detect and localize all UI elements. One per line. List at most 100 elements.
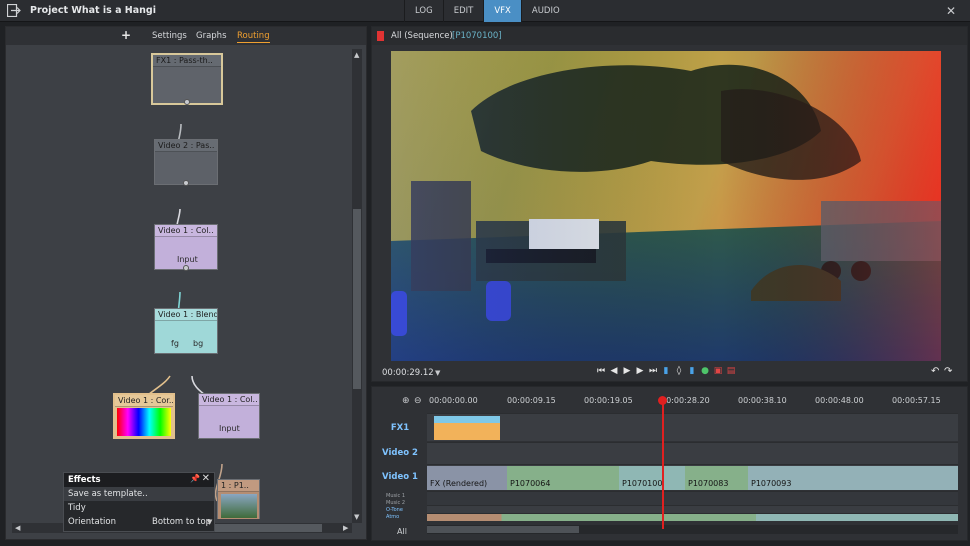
track-otone[interactable] <box>427 505 958 513</box>
track-fx1[interactable] <box>427 413 958 441</box>
marker-icon[interactable]: ◊ <box>674 365 684 377</box>
vertical-scrollbar[interactable]: ▲ ▼ <box>352 49 362 523</box>
clip[interactable]: P1070093 <box>748 466 958 490</box>
output-port[interactable] <box>184 99 190 105</box>
mark-in-icon[interactable]: ▮ <box>661 365 671 377</box>
ruler-tick: 00:00:00.00 <box>429 396 478 405</box>
clip[interactable]: FX (Rendered) <box>427 466 507 490</box>
close-icon[interactable]: ✕ <box>946 4 956 18</box>
scroll-thumb[interactable] <box>212 524 322 532</box>
clip[interactable]: P1070083 <box>685 466 748 490</box>
output-port[interactable] <box>183 180 189 186</box>
mark-out-icon[interactable]: ▮ <box>687 365 697 377</box>
node-title: Video 1 : Col.. <box>155 225 217 237</box>
tab-audio[interactable]: AUDIO <box>520 0 570 22</box>
tab-routing[interactable]: Routing <box>237 31 270 43</box>
skip-to-start-icon[interactable]: ⏮ <box>596 365 606 377</box>
step-back-icon[interactable]: ◀ <box>609 365 619 377</box>
track-video2[interactable] <box>427 442 958 464</box>
overlay-icon[interactable]: ▤ <box>726 365 736 377</box>
play-icon[interactable]: ▶ <box>622 365 632 377</box>
track-label-video2[interactable]: Video 2 <box>372 448 428 458</box>
top-bar: Project What is a Hangi ▾ LOG EDIT VFX A… <box>0 0 970 22</box>
routing-graph[interactable]: FX1 : Pass-th.. Video 2 : Pas.. Video 1 … <box>12 49 349 519</box>
undo-icon[interactable]: ↶ <box>931 366 939 377</box>
panel-tabs: + Settings Graphs Routing <box>6 27 366 45</box>
record-marker <box>377 31 384 41</box>
add-button[interactable]: + <box>121 28 131 42</box>
scroll-thumb[interactable] <box>427 526 579 533</box>
track-label-all[interactable]: All <box>397 527 407 536</box>
clip-label: P1070100 <box>622 479 663 488</box>
close-icon[interactable]: ✕ <box>202 473 210 484</box>
safe-area-icon[interactable]: ▣ <box>713 365 723 377</box>
node-blend[interactable]: Video 1 : Blend fg bg <box>154 308 218 354</box>
node-video2[interactable]: Video 2 : Pas.. <box>154 139 218 186</box>
chevron-down-icon[interactable]: ▼ <box>435 369 440 377</box>
output-port[interactable] <box>183 265 189 271</box>
graph-connections <box>133 123 223 502</box>
track-video1[interactable]: FX (Rendered) P1070064 P1070100 P1070083… <box>427 464 958 490</box>
playhead[interactable] <box>662 399 664 529</box>
ruler-tick: 00:00:28.20 <box>661 396 710 405</box>
color-preview <box>117 408 171 436</box>
zoom-out-icon[interactable]: ⊖ <box>414 396 422 406</box>
node-title: Video 2 : Pas.. <box>155 140 217 152</box>
node-video1-p1[interactable]: 1 : P1.. <box>217 479 260 519</box>
project-title[interactable]: Project What is a Hangi <box>30 5 156 16</box>
node-video1-cor[interactable]: Video 1 : Cor.. <box>113 393 175 439</box>
timeline: ⊕ ⊖ 00:00:00.00 00:00:09.15 00:00:19.05 … <box>371 386 968 541</box>
chevron-down-icon[interactable]: ▼ <box>207 518 212 526</box>
node-video1-col2[interactable]: Video 1 : Col.. Input <box>198 393 260 439</box>
clip-label: FX (Rendered) <box>430 479 488 488</box>
node-title: FX1 : Pass-th.. <box>153 55 221 67</box>
exit-icon[interactable] <box>7 4 21 17</box>
timeline-scrollbar[interactable] <box>427 525 958 534</box>
tab-vfx[interactable]: VFX <box>483 0 521 22</box>
track-label-fx1[interactable]: FX1 <box>372 423 428 433</box>
track-atmo[interactable] <box>427 513 958 521</box>
redo-icon[interactable]: ↷ <box>944 366 952 377</box>
tab-settings[interactable]: Settings <box>152 31 187 41</box>
bg-label: bg <box>193 339 204 348</box>
fg-label: fg <box>171 339 179 348</box>
clip-id: [P1070100] <box>452 31 502 41</box>
time-ruler[interactable]: 00:00:00.00 00:00:09.15 00:00:19.05 00:0… <box>427 393 967 409</box>
skip-to-end-icon[interactable]: ⏭ <box>648 365 658 377</box>
ruler-tick: 00:00:57.15 <box>892 396 941 405</box>
playhead-handle[interactable] <box>658 396 667 405</box>
track-label-video1[interactable]: Video 1 <box>372 472 428 482</box>
node-video1-col[interactable]: Video 1 : Col.. Input <box>154 224 218 271</box>
audio-icon[interactable]: ● <box>700 365 710 377</box>
track-label-otone: O-Tone <box>386 507 403 513</box>
orientation-select[interactable]: Bottom to top <box>152 517 211 527</box>
clip-label: P1070093 <box>751 479 792 488</box>
timecode-display[interactable]: 00:00:29.12 <box>382 368 434 378</box>
scroll-up-icon[interactable]: ▲ <box>354 51 359 59</box>
fx-clip[interactable] <box>434 416 500 440</box>
track-label-music2: Music 2 <box>386 500 405 506</box>
node-title: 1 : P1.. <box>218 480 259 492</box>
clip[interactable]: P1070100 <box>619 466 685 490</box>
save-as-template-item[interactable]: Save as template.. <box>64 487 214 501</box>
node-fx1[interactable]: FX1 : Pass-th.. <box>151 53 223 105</box>
mode-tabs: LOG EDIT VFX AUDIO <box>404 0 570 22</box>
scroll-thumb[interactable] <box>353 209 361 389</box>
video-preview[interactable] <box>391 51 941 361</box>
scroll-left-icon[interactable]: ◀ <box>15 524 20 532</box>
tab-log[interactable]: LOG <box>404 0 443 22</box>
track-music[interactable] <box>427 491 958 505</box>
tab-graphs[interactable]: Graphs <box>196 31 227 41</box>
clip[interactable]: P1070064 <box>507 466 619 490</box>
pin-icon[interactable]: 📌 <box>190 474 200 483</box>
zoom-in-icon[interactable]: ⊕ <box>402 396 410 406</box>
scroll-right-icon[interactable]: ▶ <box>343 524 348 532</box>
tab-edit[interactable]: EDIT <box>442 0 484 22</box>
ruler-tick: 00:00:48.00 <box>815 396 864 405</box>
step-forward-icon[interactable]: ▶ <box>635 365 645 377</box>
tidy-item[interactable]: Tidy <box>64 501 214 515</box>
scroll-down-icon[interactable]: ▼ <box>354 513 359 521</box>
viewer-header: All (Sequence) [P1070100] <box>372 27 967 45</box>
project-dropdown-icon[interactable]: ▾ <box>128 5 132 14</box>
ruler-tick: 00:00:09.15 <box>507 396 556 405</box>
